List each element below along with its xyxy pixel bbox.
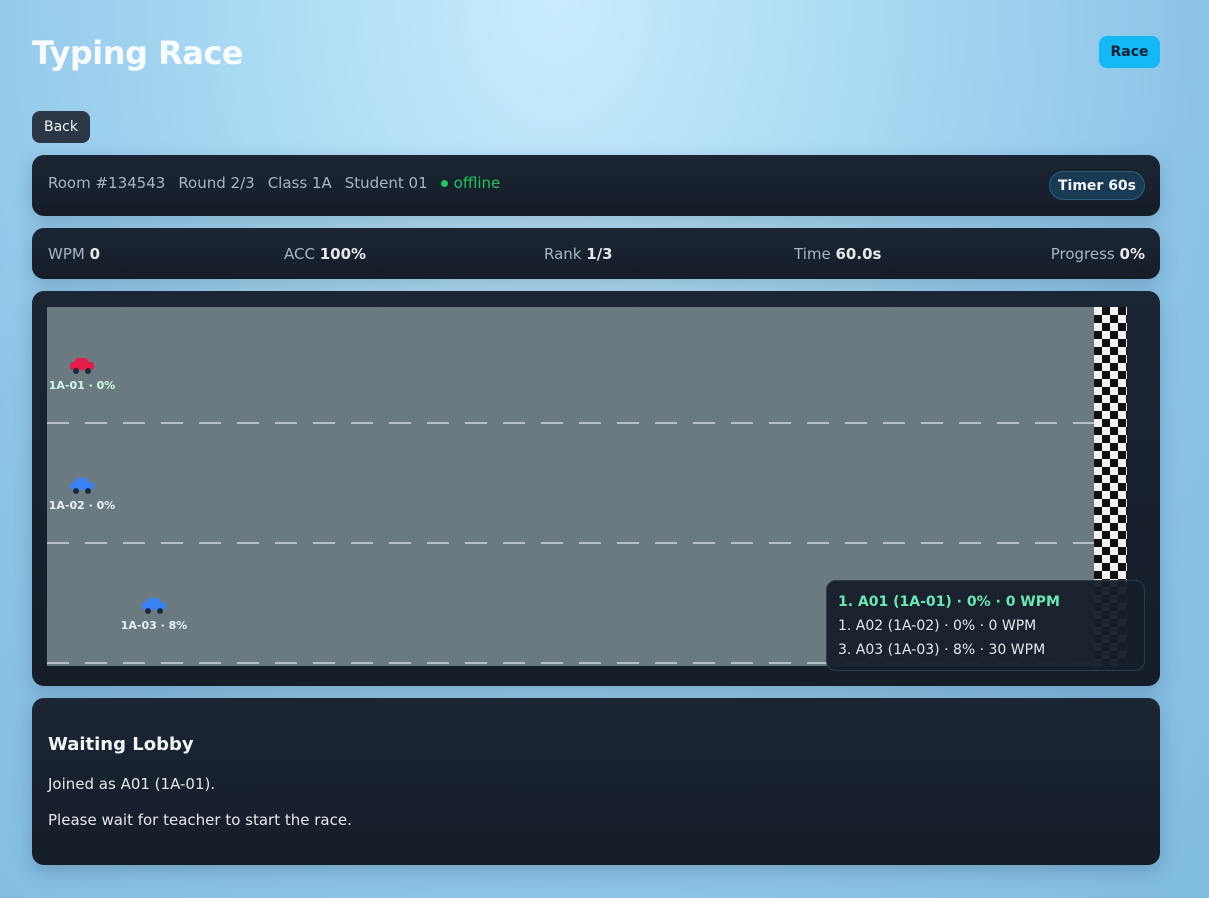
round-indicator: Round 2/3 — [178, 174, 255, 192]
back-button[interactable]: Back — [32, 111, 90, 143]
racer-car: 1A-02 · 0% — [47, 477, 117, 517]
blue-car-icon — [68, 477, 96, 494]
stat-rank: Rank 1/3 — [544, 245, 613, 263]
status-text: offline — [453, 174, 501, 192]
lane-divider — [47, 542, 1095, 544]
stat-acc-value: 100% — [319, 245, 367, 263]
leaderboard-row: 3. A03 (1A-03) · 8% · 30 WPM — [838, 642, 1046, 658]
leaderboard-panel: 1. A01 (1A-01) · 0% · 0 WPM 1. A02 (1A-0… — [826, 580, 1145, 671]
room-info-bar: Room #134543 Round 2/3 Class 1A Student … — [32, 155, 1160, 216]
stat-progress-value: 0% — [1119, 245, 1145, 263]
stat-time-label: Time — [794, 245, 831, 263]
status-dot-icon — [440, 179, 448, 187]
racer-car: 1A-01 · 0% — [47, 357, 117, 397]
stat-progress-label: Progress — [1050, 245, 1115, 263]
student-name: Student 01 — [344, 174, 428, 192]
race-button[interactable]: Race — [1099, 36, 1160, 68]
stat-rank-value: 1/3 — [586, 245, 613, 263]
stat-wpm-value: 0 — [89, 245, 101, 263]
stat-acc-label: ACC — [284, 245, 315, 263]
racer-car: 1A-03 · 8% — [119, 597, 189, 637]
lobby-title: Waiting Lobby — [48, 734, 194, 755]
leaderboard-row: 1. A02 (1A-02) · 0% · 0 WPM — [838, 618, 1037, 634]
room-number: Room #134543 — [48, 174, 166, 192]
stat-time-value: 60.0s — [835, 245, 882, 263]
lobby-joined-message: Joined as A01 (1A-01). — [48, 775, 216, 793]
stats-bar: WPM 0 ACC 100% Rank 1/3 Time 60.0s Progr… — [32, 228, 1160, 279]
stat-accuracy: ACC 100% — [284, 245, 366, 263]
red-car-icon — [68, 357, 96, 374]
blue-car-icon — [140, 597, 168, 614]
stat-rank-label: Rank — [544, 245, 582, 263]
stat-wpm: WPM 0 — [48, 245, 100, 263]
lobby-wait-message: Please wait for teacher to start the rac… — [48, 811, 352, 829]
class-name: Class 1A — [267, 174, 332, 192]
car-label: 1A-01 · 0% — [48, 379, 116, 392]
stat-progress: Progress 0% — [1051, 245, 1145, 263]
connection-status: offline — [440, 174, 501, 192]
timer-badge: Timer 60s — [1049, 171, 1145, 200]
lane-divider — [47, 422, 1095, 424]
waiting-lobby-card: Waiting Lobby Joined as A01 (1A-01). Ple… — [32, 698, 1160, 865]
stat-time: Time 60.0s — [794, 245, 881, 263]
car-label: 1A-03 · 8% — [120, 619, 188, 632]
leaderboard-row: 1. A01 (1A-01) · 0% · 0 WPM — [838, 594, 1060, 610]
page-title: Typing Race — [32, 34, 244, 72]
car-label: 1A-02 · 0% — [48, 499, 116, 512]
stat-wpm-label: WPM — [48, 245, 85, 263]
